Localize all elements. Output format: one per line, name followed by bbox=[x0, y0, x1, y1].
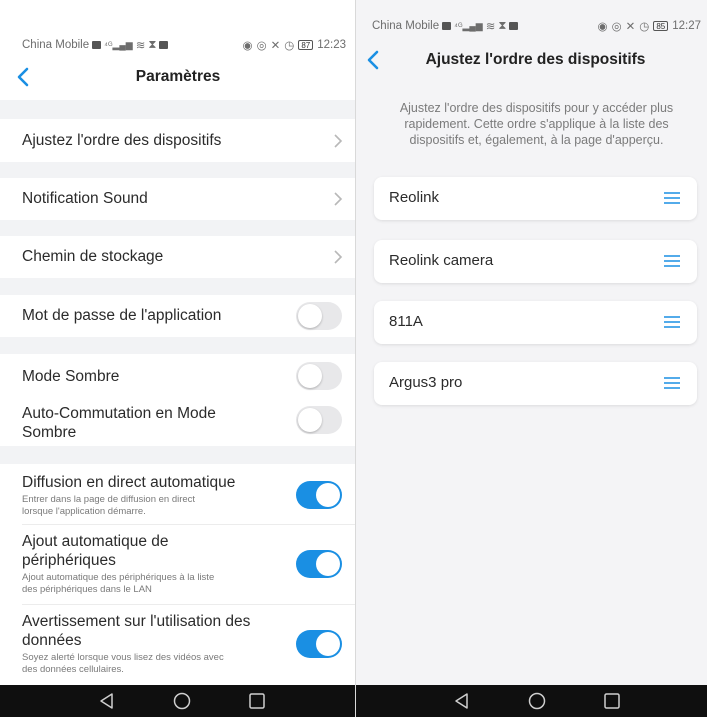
storage-path-label: Chemin de stockage bbox=[22, 248, 164, 265]
circle-home-icon[interactable] bbox=[172, 691, 192, 711]
auto-add-title-line2: périphériques bbox=[22, 552, 116, 569]
auto-live-desc-line1: Entrer dans la page de diffusion en dire… bbox=[22, 494, 196, 505]
drag-handle-icon[interactable] bbox=[664, 255, 680, 267]
notification-sound-label: Notification Sound bbox=[22, 190, 148, 207]
status-bar: China Mobile ⁴ᴳ▂▄▆ ≋ ⧗ ◉ ◎ ✕ ◷ 87 12:23 bbox=[0, 33, 356, 57]
auto-live-toggle[interactable] bbox=[296, 481, 342, 509]
chevron-right-icon bbox=[334, 250, 343, 264]
nfc-icon: ◷ bbox=[284, 40, 295, 52]
auto-add-desc-line1: Ajout automatique des périphériques à la… bbox=[22, 572, 215, 583]
dark-mode-toggle[interactable] bbox=[296, 362, 342, 390]
auto-dark-mode-toggle[interactable] bbox=[296, 406, 342, 434]
mute-icon: ✕ bbox=[625, 21, 636, 33]
triangle-back-icon[interactable] bbox=[97, 691, 117, 711]
clock-time: 12:27 bbox=[672, 20, 701, 32]
page-title: Ajustez l'ordre des dispositifs bbox=[425, 51, 646, 68]
alarm-icon: ◎ bbox=[611, 21, 622, 33]
app-password-label: Mot de passe de l'application bbox=[22, 307, 222, 324]
hd-icon bbox=[442, 22, 452, 30]
data-warning-title-line2: données bbox=[22, 632, 82, 649]
square-recent-icon[interactable] bbox=[602, 691, 622, 711]
app-header: Ajustez l'ordre des dispositifs bbox=[356, 42, 707, 78]
dark-mode-group: Mode Sombre Auto-Commutation en Mode Som… bbox=[0, 354, 356, 446]
device-card[interactable]: Argus3 pro bbox=[374, 362, 697, 405]
mute-icon: ✕ bbox=[270, 40, 281, 52]
signal-icon: ⁴ᴳ▂▄▆ bbox=[104, 39, 133, 50]
data-warning-desc-line1: Soyez alerté lorsque vous lisez des vidé… bbox=[22, 652, 224, 663]
device-order-label: Ajustez l'ordre des dispositifs bbox=[22, 132, 222, 149]
auto-live-title: Diffusion en direct automatique bbox=[22, 474, 236, 491]
device-order-row[interactable]: Ajustez l'ordre des dispositifs bbox=[0, 119, 356, 162]
chevron-right-icon bbox=[334, 134, 343, 148]
data-warning-desc-line2: des données cellulaires. bbox=[22, 664, 124, 675]
app-notif-icon bbox=[159, 41, 169, 49]
hourglass-icon: ⧗ bbox=[498, 19, 507, 32]
drag-handle-icon[interactable] bbox=[664, 192, 680, 204]
clock-time: 12:23 bbox=[317, 39, 346, 51]
device-card[interactable]: Reolink camera bbox=[374, 240, 697, 283]
order-description: Ajustez l'ordre des dispositifs pour y a… bbox=[399, 101, 674, 147]
carrier-name: China Mobile bbox=[372, 20, 440, 32]
chevron-right-icon bbox=[334, 192, 343, 206]
app-header: Paramètres bbox=[0, 59, 356, 95]
data-warning-title-line1: Avertissement sur l'utilisation des bbox=[22, 613, 251, 630]
system-nav-bar bbox=[0, 685, 356, 717]
battery-icon: 85 bbox=[653, 21, 669, 31]
battery-icon: 87 bbox=[298, 40, 314, 50]
nfc-icon: ◷ bbox=[639, 21, 650, 33]
system-nav-bar bbox=[356, 685, 707, 717]
dark-mode-label: Mode Sombre bbox=[22, 368, 120, 385]
carrier-name: China Mobile bbox=[22, 39, 90, 51]
wifi-icon: ≋ bbox=[135, 40, 146, 52]
device-name: Reolink camera bbox=[389, 252, 494, 269]
auto-add-desc-line2: des périphériques dans le LAN bbox=[22, 584, 152, 595]
status-bar: China Mobile ⁴ᴳ▂▄▆ ≋ ⧗ ◉ ◎ ✕ ◷ 85 12:27 bbox=[356, 14, 707, 38]
data-warning-toggle[interactable] bbox=[296, 630, 342, 658]
square-recent-icon[interactable] bbox=[247, 691, 267, 711]
eye-icon: ◉ bbox=[597, 21, 608, 33]
device-name: Argus3 pro bbox=[389, 374, 463, 391]
eye-icon: ◉ bbox=[242, 40, 253, 52]
alarm-icon: ◎ bbox=[256, 40, 267, 52]
hd-icon bbox=[92, 41, 102, 49]
wifi-icon: ≋ bbox=[485, 21, 496, 33]
app-password-toggle[interactable] bbox=[296, 302, 342, 330]
advanced-settings-group: Diffusion en direct automatique Entrer d… bbox=[0, 464, 356, 684]
notification-sound-row[interactable]: Notification Sound bbox=[0, 178, 356, 220]
auto-add-title-line1: Ajout automatique de bbox=[22, 533, 169, 550]
hourglass-icon: ⧗ bbox=[148, 38, 157, 51]
app-notif-icon bbox=[509, 22, 519, 30]
auto-live-desc-line2: lorsque l'application démarre. bbox=[22, 506, 146, 517]
back-arrow-icon[interactable] bbox=[362, 48, 386, 72]
circle-home-icon[interactable] bbox=[527, 691, 547, 711]
auto-dark-mode-label-line1: Auto-Commutation en Mode bbox=[22, 405, 216, 422]
device-card[interactable]: 811A bbox=[374, 301, 697, 344]
device-order-screen: China Mobile ⁴ᴳ▂▄▆ ≋ ⧗ ◉ ◎ ✕ ◷ 85 12:27 … bbox=[356, 0, 707, 717]
settings-screen: China Mobile ⁴ᴳ▂▄▆ ≋ ⧗ ◉ ◎ ✕ ◷ 87 12:23 … bbox=[0, 0, 356, 717]
signal-icon: ⁴ᴳ▂▄▆ bbox=[454, 20, 483, 31]
device-card[interactable]: Reolink bbox=[374, 177, 697, 220]
device-name: 811A bbox=[389, 313, 423, 330]
auto-dark-mode-label-line2: Sombre bbox=[22, 424, 77, 441]
drag-handle-icon[interactable] bbox=[664, 377, 680, 389]
drag-handle-icon[interactable] bbox=[664, 316, 680, 328]
storage-path-row[interactable]: Chemin de stockage bbox=[0, 236, 356, 278]
back-arrow-icon[interactable] bbox=[12, 65, 36, 89]
app-password-row: Mot de passe de l'application bbox=[0, 295, 356, 337]
device-name: Reolink bbox=[389, 189, 440, 206]
auto-add-toggle[interactable] bbox=[296, 550, 342, 578]
triangle-back-icon[interactable] bbox=[452, 691, 472, 711]
page-title: Paramètres bbox=[135, 68, 221, 85]
